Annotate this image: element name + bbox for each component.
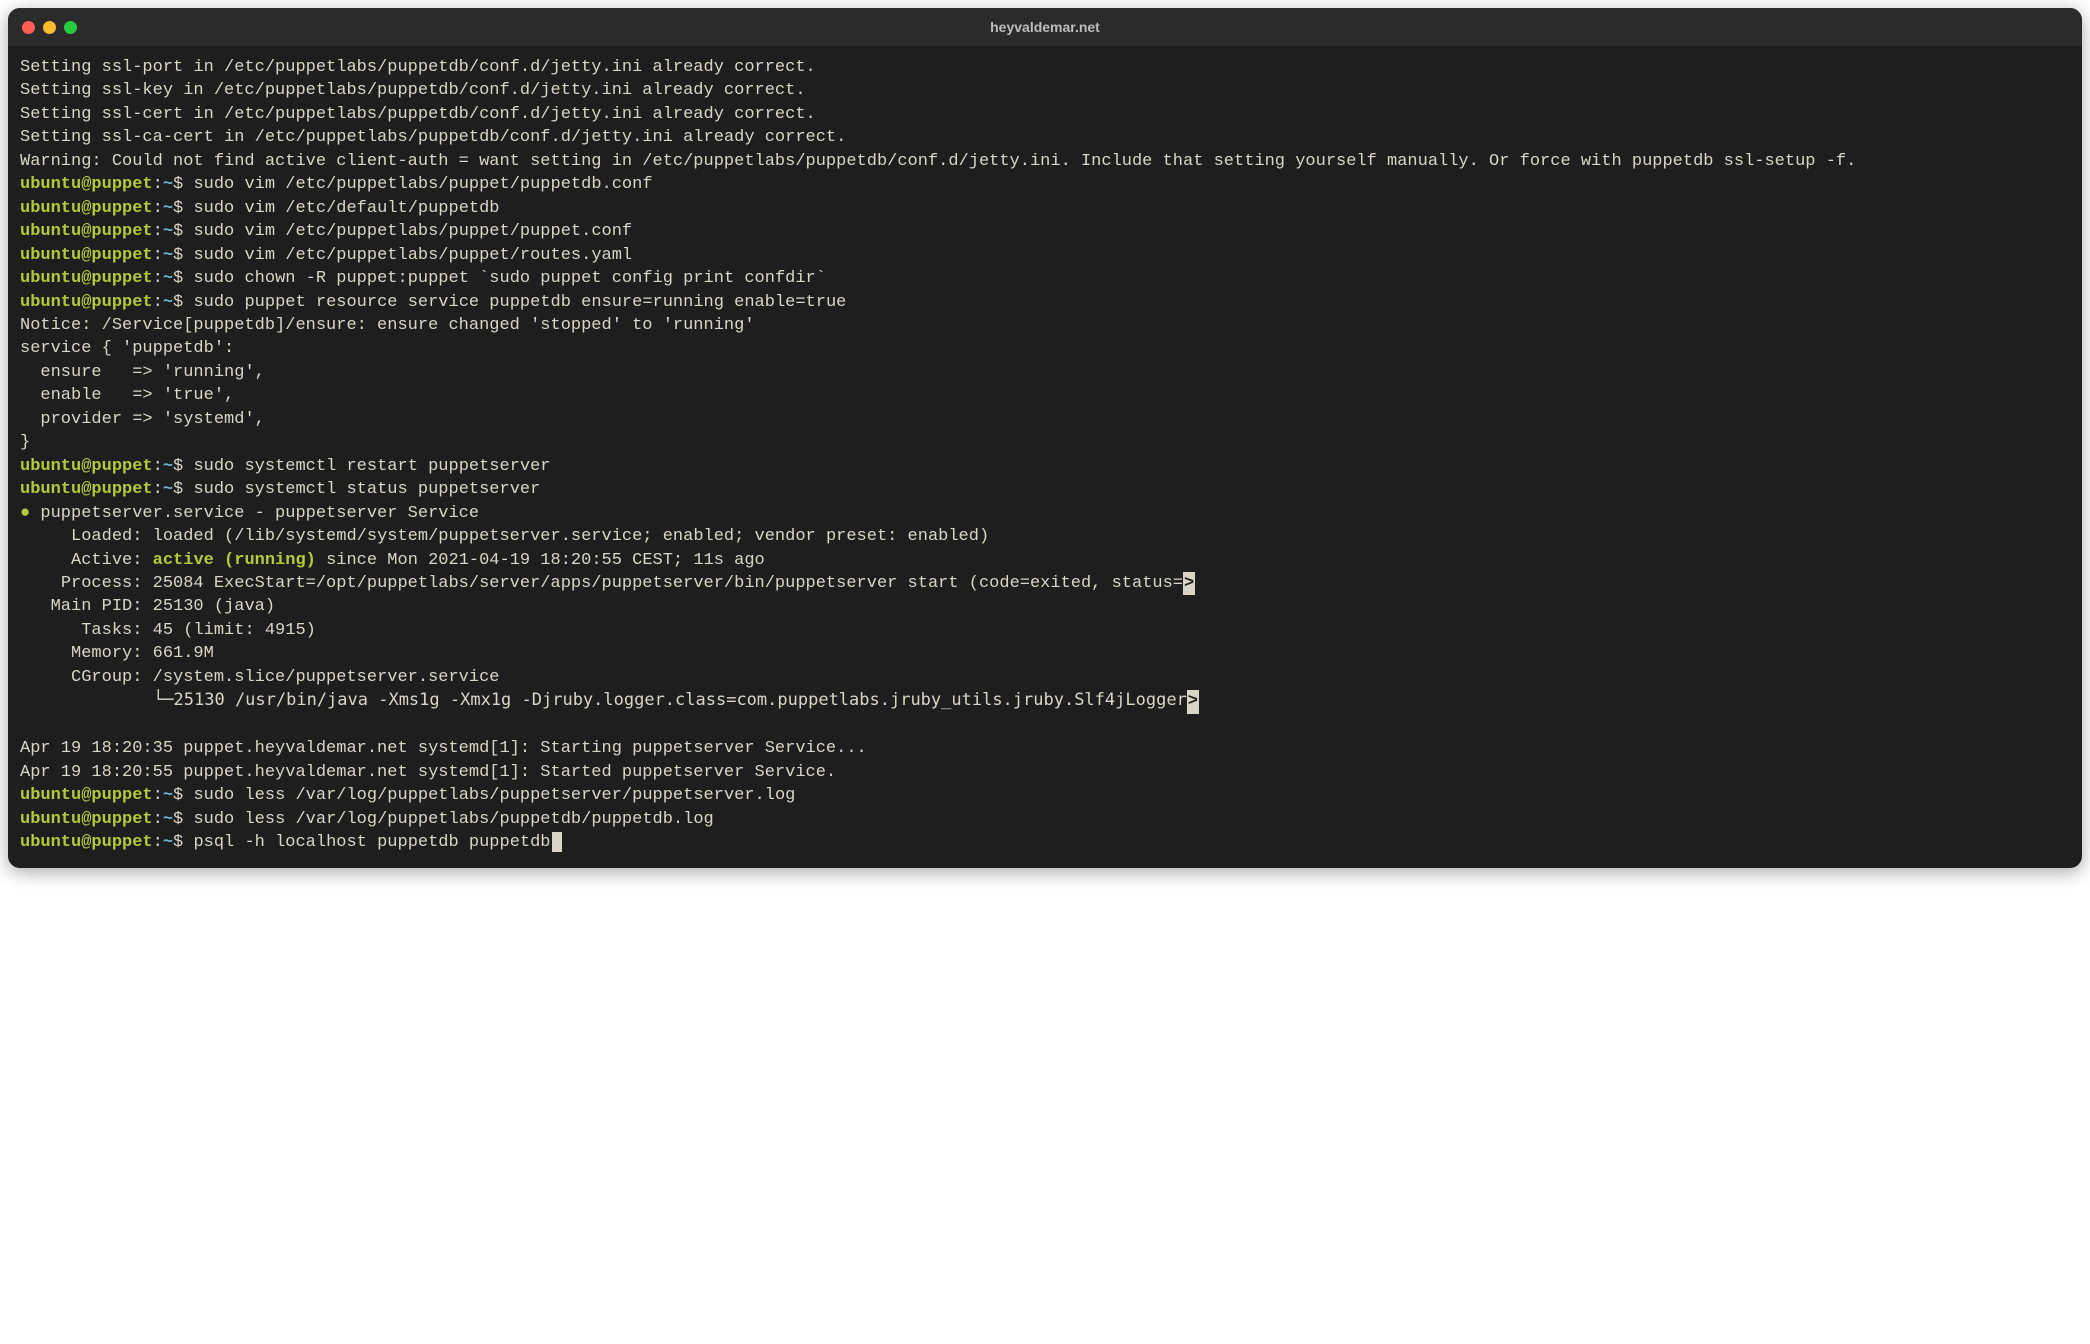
prompt-line: ubuntu@puppet:~$ sudo vim /etc/default/p… bbox=[20, 197, 2070, 220]
output-line: Setting ssl-port in /etc/puppetlabs/pupp… bbox=[20, 56, 2070, 79]
minimize-icon[interactable] bbox=[43, 21, 56, 34]
zoom-icon[interactable] bbox=[64, 21, 77, 34]
command: sudo vim /etc/puppetlabs/puppet/puppetdb… bbox=[193, 175, 652, 194]
prompt-line: ubuntu@puppet:~$ sudo vim /etc/puppetlab… bbox=[20, 220, 2070, 243]
output-line: service { 'puppetdb': bbox=[20, 337, 2070, 360]
prompt-line-current[interactable]: ubuntu@puppet:~$ psql -h localhost puppe… bbox=[20, 831, 2070, 854]
output-line: Warning: Could not find active client-au… bbox=[20, 150, 2070, 173]
journal-line: Apr 19 18:20:35 puppet.heyvaldemar.net s… bbox=[20, 737, 2070, 760]
prompt-line: ubuntu@puppet:~$ sudo vim /etc/puppetlab… bbox=[20, 173, 2070, 196]
output-line: enable => 'true', bbox=[20, 384, 2070, 407]
command: sudo less /var/log/puppetlabs/puppetserv… bbox=[193, 786, 795, 805]
line-truncated-icon: > bbox=[1187, 690, 1199, 713]
prompt-line: ubuntu@puppet:~$ sudo systemctl status p… bbox=[20, 478, 2070, 501]
output-line: Notice: /Service[puppetdb]/ensure: ensur… bbox=[20, 314, 2070, 337]
command: sudo puppet resource service puppetdb en… bbox=[193, 293, 846, 312]
output-line: Setting ssl-key in /etc/puppetlabs/puppe… bbox=[20, 79, 2070, 102]
output-line bbox=[20, 714, 2070, 737]
terminal-window: heyvaldemar.net Setting ssl-port in /etc… bbox=[8, 8, 2082, 868]
prompt-user: ubuntu bbox=[20, 175, 81, 194]
close-icon[interactable] bbox=[22, 21, 35, 34]
status-memory: Memory: 661.9M bbox=[20, 642, 2070, 665]
line-truncated-icon: > bbox=[1183, 572, 1195, 595]
prompt-path: ~ bbox=[163, 175, 173, 194]
traffic-lights bbox=[22, 21, 77, 34]
output-line: } bbox=[20, 431, 2070, 454]
output-line: Setting ssl-ca-cert in /etc/puppetlabs/p… bbox=[20, 126, 2070, 149]
prompt-line: ubuntu@puppet:~$ sudo puppet resource se… bbox=[20, 291, 2070, 314]
command: sudo vim /etc/puppetlabs/puppet/puppet.c… bbox=[193, 222, 632, 241]
status-active: Active: active (running) since Mon 2021-… bbox=[20, 549, 2070, 572]
output-line: ensure => 'running', bbox=[20, 361, 2070, 384]
command: sudo less /var/log/puppetlabs/puppetdb/p… bbox=[193, 810, 713, 829]
command: sudo systemctl status puppetserver bbox=[193, 480, 540, 499]
status-process: Process: 25084 ExecStart=/opt/puppetlabs… bbox=[20, 572, 2070, 595]
prompt-line: ubuntu@puppet:~$ sudo less /var/log/pupp… bbox=[20, 784, 2070, 807]
prompt-symbol: $ bbox=[173, 175, 183, 194]
journal-line: Apr 19 18:20:55 puppet.heyvaldemar.net s… bbox=[20, 761, 2070, 784]
status-mainpid: Main PID: 25130 (java) bbox=[20, 595, 2070, 618]
output-line: provider => 'systemd', bbox=[20, 408, 2070, 431]
command-current[interactable]: psql -h localhost puppetdb puppetdb bbox=[193, 833, 550, 852]
status-loaded: Loaded: loaded (/lib/systemd/system/pupp… bbox=[20, 525, 2070, 548]
command: sudo systemctl restart puppetserver bbox=[193, 457, 550, 476]
prompt-host: puppet bbox=[91, 175, 152, 194]
status-header: ● puppetserver.service - puppetserver Se… bbox=[20, 502, 2070, 525]
window-title: heyvaldemar.net bbox=[8, 19, 2082, 35]
status-dot-icon: ● bbox=[20, 504, 30, 523]
cursor-icon bbox=[552, 832, 562, 852]
output-line: Setting ssl-cert in /etc/puppetlabs/pupp… bbox=[20, 103, 2070, 126]
status-tree: └─25130 /usr/bin/java -Xms1g -Xmx1g -Djr… bbox=[20, 689, 2070, 713]
prompt-line: ubuntu@puppet:~$ sudo chown -R puppet:pu… bbox=[20, 267, 2070, 290]
prompt-line: ubuntu@puppet:~$ sudo vim /etc/puppetlab… bbox=[20, 244, 2070, 267]
prompt-line: ubuntu@puppet:~$ sudo less /var/log/pupp… bbox=[20, 808, 2070, 831]
terminal-body[interactable]: Setting ssl-port in /etc/puppetlabs/pupp… bbox=[8, 46, 2082, 868]
command: sudo vim /etc/puppetlabs/puppet/routes.y… bbox=[193, 246, 632, 265]
command: sudo chown -R puppet:puppet `sudo puppet… bbox=[193, 269, 826, 288]
status-cgroup: CGroup: /system.slice/puppetserver.servi… bbox=[20, 666, 2070, 689]
status-active-value: active (running) bbox=[153, 551, 316, 570]
command: sudo vim /etc/default/puppetdb bbox=[193, 199, 499, 218]
prompt-line: ubuntu@puppet:~$ sudo systemctl restart … bbox=[20, 455, 2070, 478]
titlebar: heyvaldemar.net bbox=[8, 8, 2082, 46]
status-tasks: Tasks: 45 (limit: 4915) bbox=[20, 619, 2070, 642]
